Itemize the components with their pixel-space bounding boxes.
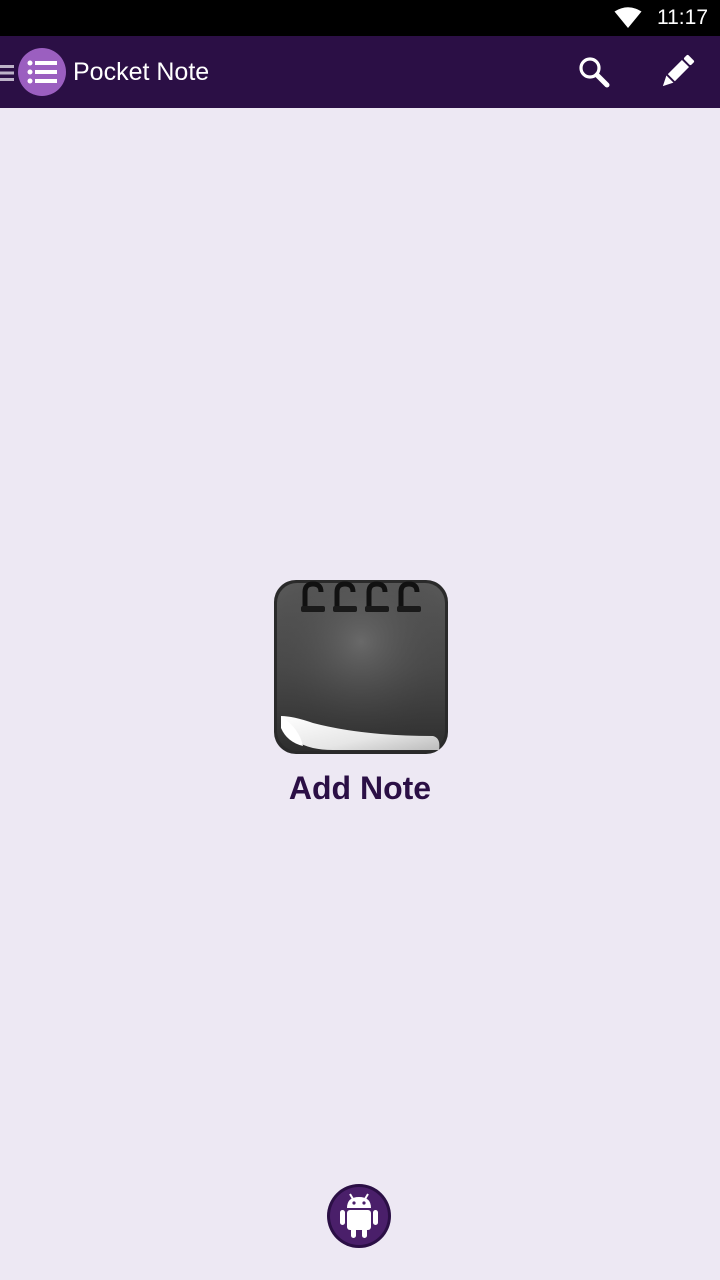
notepad-icon (274, 580, 448, 754)
add-note-button[interactable]: Add Note (260, 576, 460, 816)
app-title: Pocket Note (73, 58, 210, 86)
status-time: 11:17 (657, 6, 708, 29)
pencil-icon[interactable] (655, 50, 699, 94)
app-bar: Pocket Note (0, 36, 720, 108)
search-icon[interactable] (574, 52, 614, 92)
android-icon (340, 1193, 378, 1238)
drawer-indicator-icon[interactable] (0, 64, 14, 82)
wifi-icon (614, 7, 642, 28)
add-note-label: Add Note (288, 770, 432, 806)
list-icon (27, 60, 57, 84)
android-button[interactable] (327, 1184, 391, 1248)
status-bar: 11:17 (0, 0, 720, 36)
app-logo[interactable] (18, 48, 66, 96)
